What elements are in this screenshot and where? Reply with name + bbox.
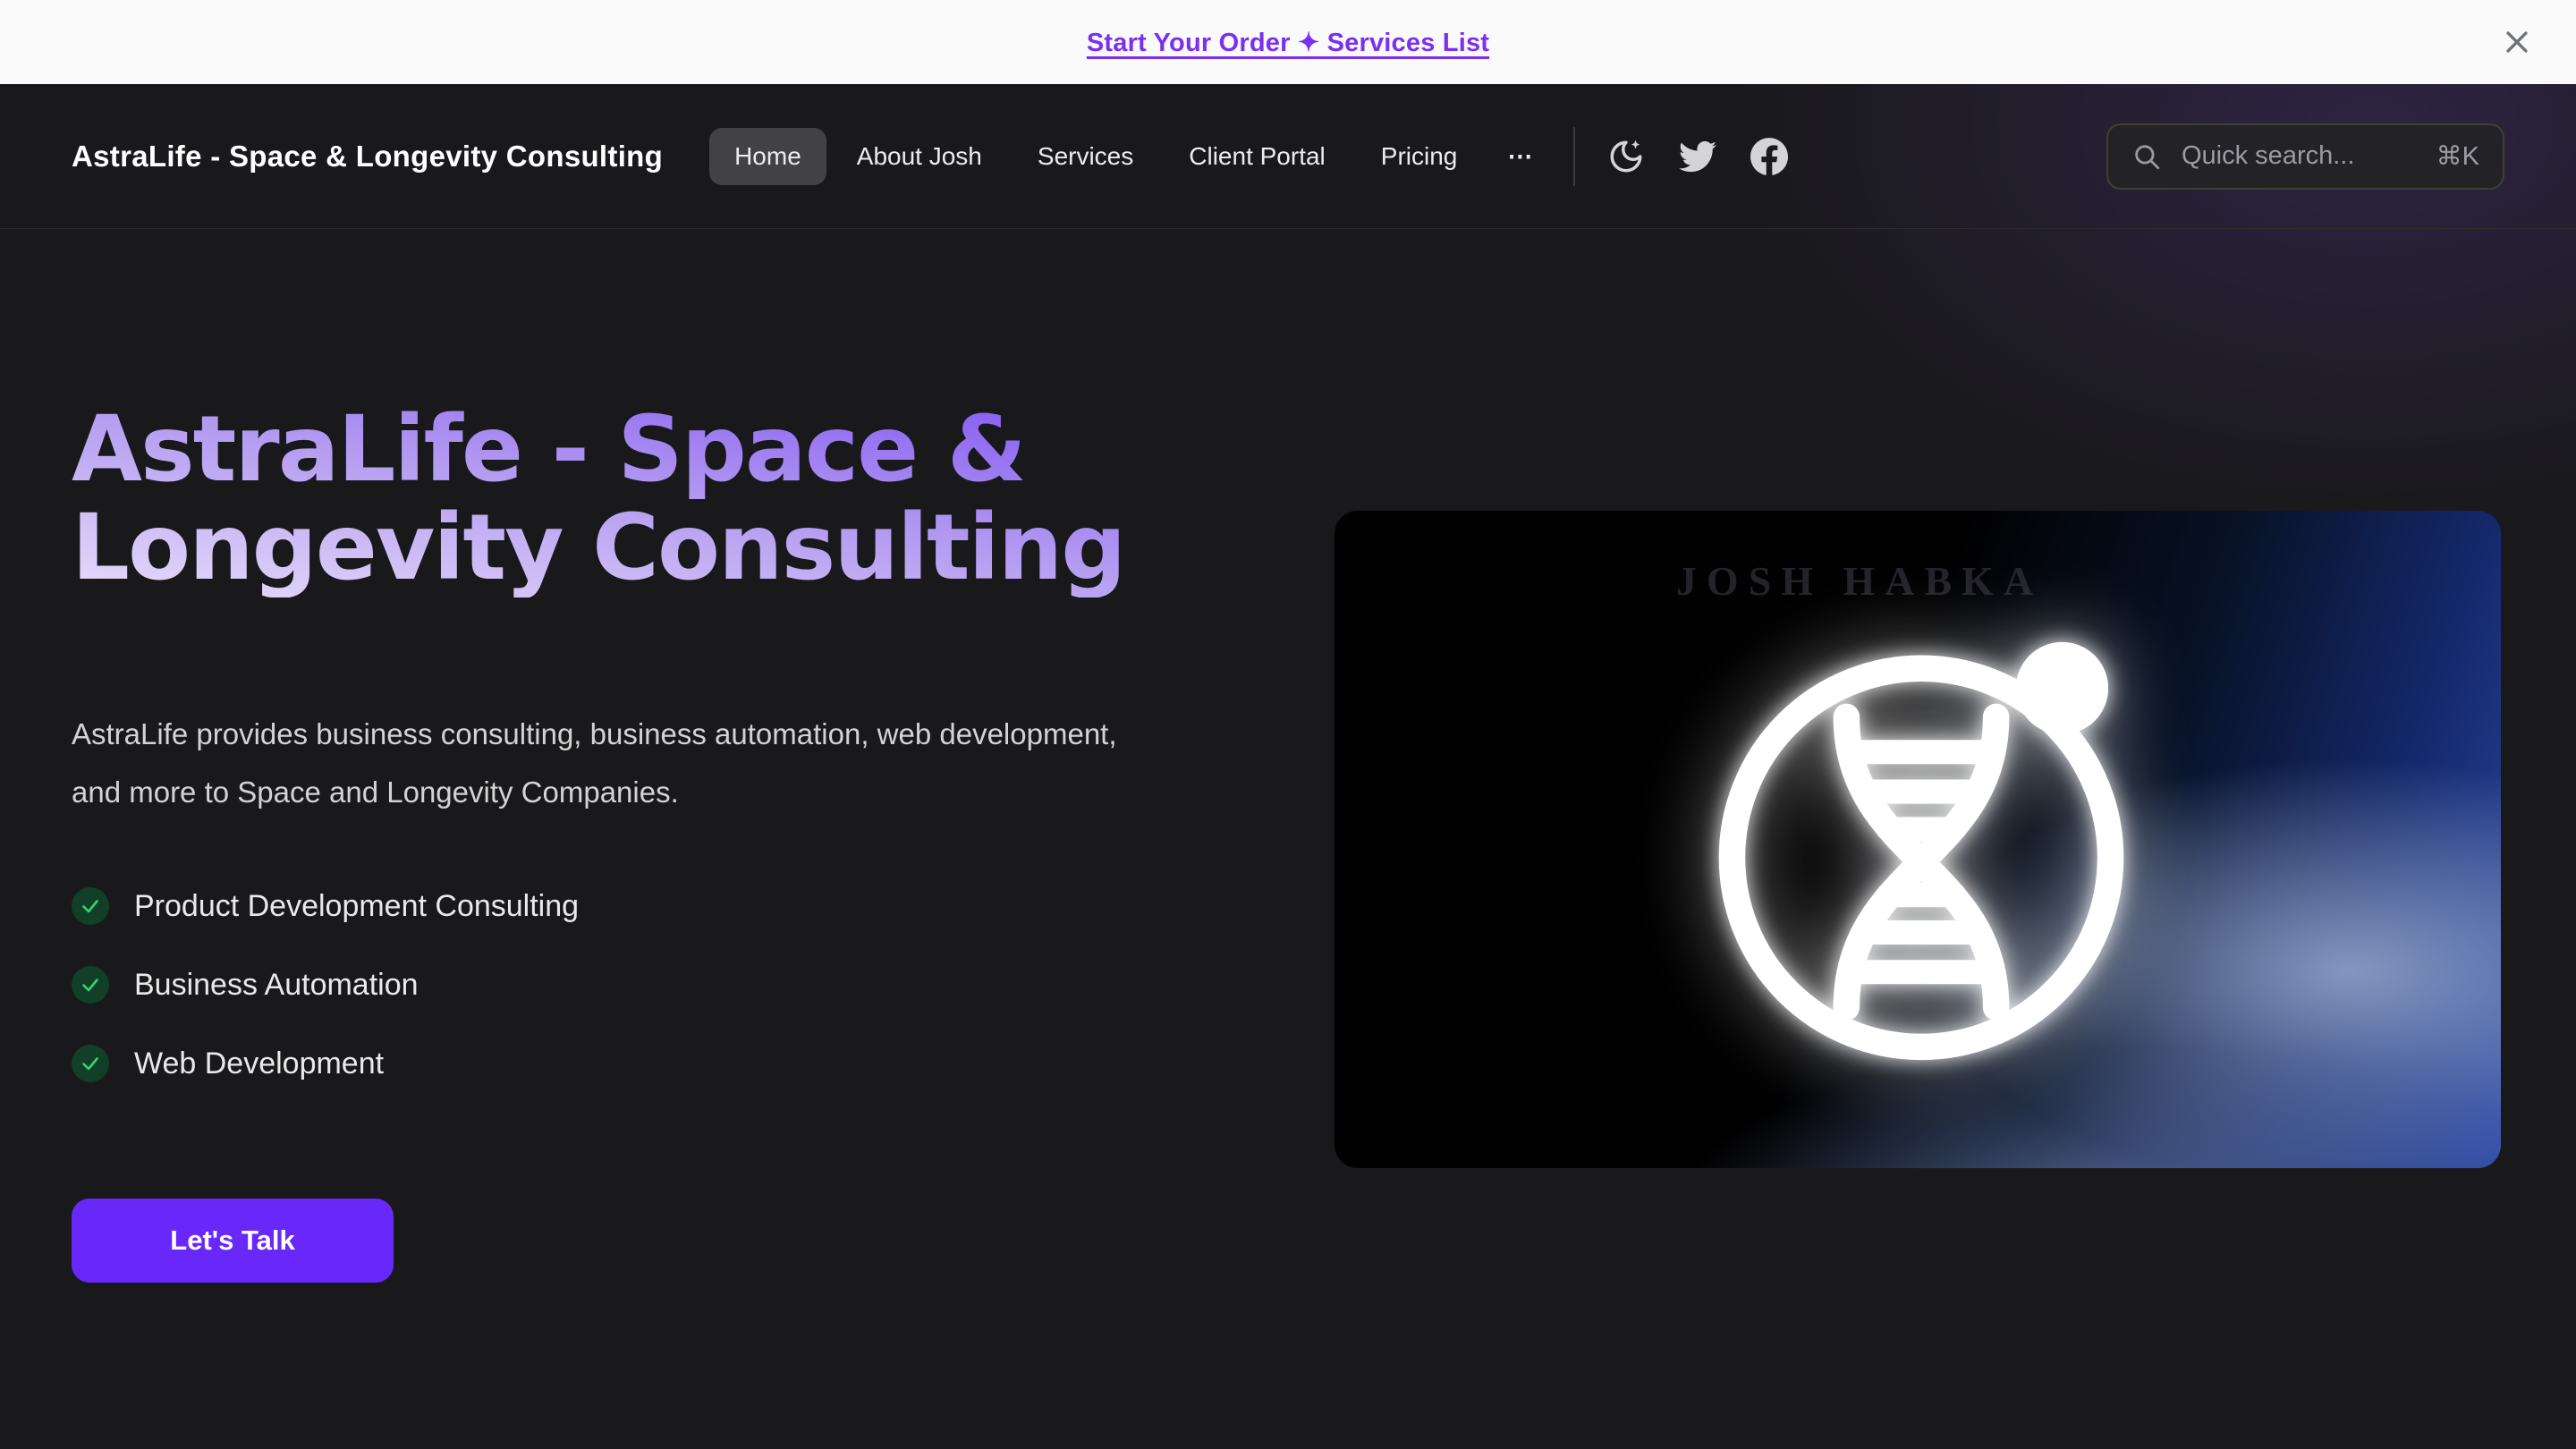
nav-divider bbox=[1573, 127, 1575, 186]
list-item: Product Development Consulting bbox=[72, 886, 1324, 927]
moon-star-icon bbox=[1607, 138, 1645, 175]
hero-heading: AstraLife - Space & Longevity Consulting bbox=[72, 401, 1324, 597]
lets-talk-button[interactable]: Let's Talk bbox=[72, 1199, 394, 1283]
nav-item-pricing[interactable]: Pricing bbox=[1356, 128, 1483, 185]
feature-checklist: Product Development Consulting Business … bbox=[72, 886, 1324, 1084]
check-circle bbox=[72, 1045, 109, 1082]
hero-heading-line1: AstraLife - Space & bbox=[72, 401, 1324, 499]
hero-description: AstraLife provides business consulting, … bbox=[72, 705, 1127, 821]
hero-heading-line2: Longevity Consulting bbox=[72, 499, 1324, 597]
banner-close-button[interactable] bbox=[2499, 24, 2535, 60]
page: Start Your Order ✦ Services List AstraLi… bbox=[0, 0, 2576, 1449]
navbar: AstraLife - Space & Longevity Consulting… bbox=[0, 84, 2576, 229]
check-icon bbox=[80, 895, 101, 917]
search-shortcut-badge: ⌘K bbox=[2436, 140, 2479, 172]
facebook-link[interactable] bbox=[1749, 136, 1790, 177]
list-item: Business Automation bbox=[72, 964, 1324, 1005]
main-nav: Home About Josh Services Client Portal P… bbox=[709, 127, 1554, 185]
check-icon bbox=[80, 974, 101, 996]
twitter-icon bbox=[1679, 138, 1716, 175]
twitter-link[interactable] bbox=[1677, 136, 1718, 177]
dna-helix-logo-icon bbox=[1701, 629, 2141, 1069]
hero-section: AstraLife - Space & Longevity Consulting… bbox=[72, 401, 1324, 1283]
search-placeholder: Quick search... bbox=[2182, 141, 2417, 171]
hero-image-card: JOSH HABKA bbox=[1335, 511, 2501, 1168]
nav-item-services[interactable]: Services bbox=[1013, 128, 1158, 185]
check-icon bbox=[80, 1053, 101, 1074]
search-icon bbox=[2131, 141, 2162, 172]
facebook-icon bbox=[1750, 138, 1788, 175]
checklist-label: Business Automation bbox=[134, 968, 419, 1003]
quick-search-input[interactable]: Quick search... ⌘K bbox=[2106, 123, 2504, 190]
list-item: Web Development bbox=[72, 1043, 1324, 1084]
site-title: AstraLife - Space & Longevity Consulting bbox=[72, 140, 663, 174]
nav-item-client-portal[interactable]: Client Portal bbox=[1164, 128, 1351, 185]
close-icon bbox=[2502, 27, 2532, 57]
dark-mode-toggle[interactable] bbox=[1606, 136, 1647, 177]
nav-item-about-josh[interactable]: About Josh bbox=[832, 128, 1007, 185]
checklist-label: Web Development bbox=[134, 1046, 384, 1081]
checklist-label: Product Development Consulting bbox=[134, 889, 579, 924]
nav-more-button[interactable]: ⋯ bbox=[1487, 127, 1554, 185]
promo-banner-link[interactable]: Start Your Order ✦ Services List bbox=[1087, 27, 1489, 58]
nav-item-home[interactable]: Home bbox=[709, 128, 826, 185]
card-watermark-text: JOSH HABKA bbox=[1335, 557, 2501, 605]
check-circle bbox=[72, 966, 109, 1004]
check-circle bbox=[72, 887, 109, 925]
promo-banner: Start Your Order ✦ Services List bbox=[0, 0, 2576, 84]
